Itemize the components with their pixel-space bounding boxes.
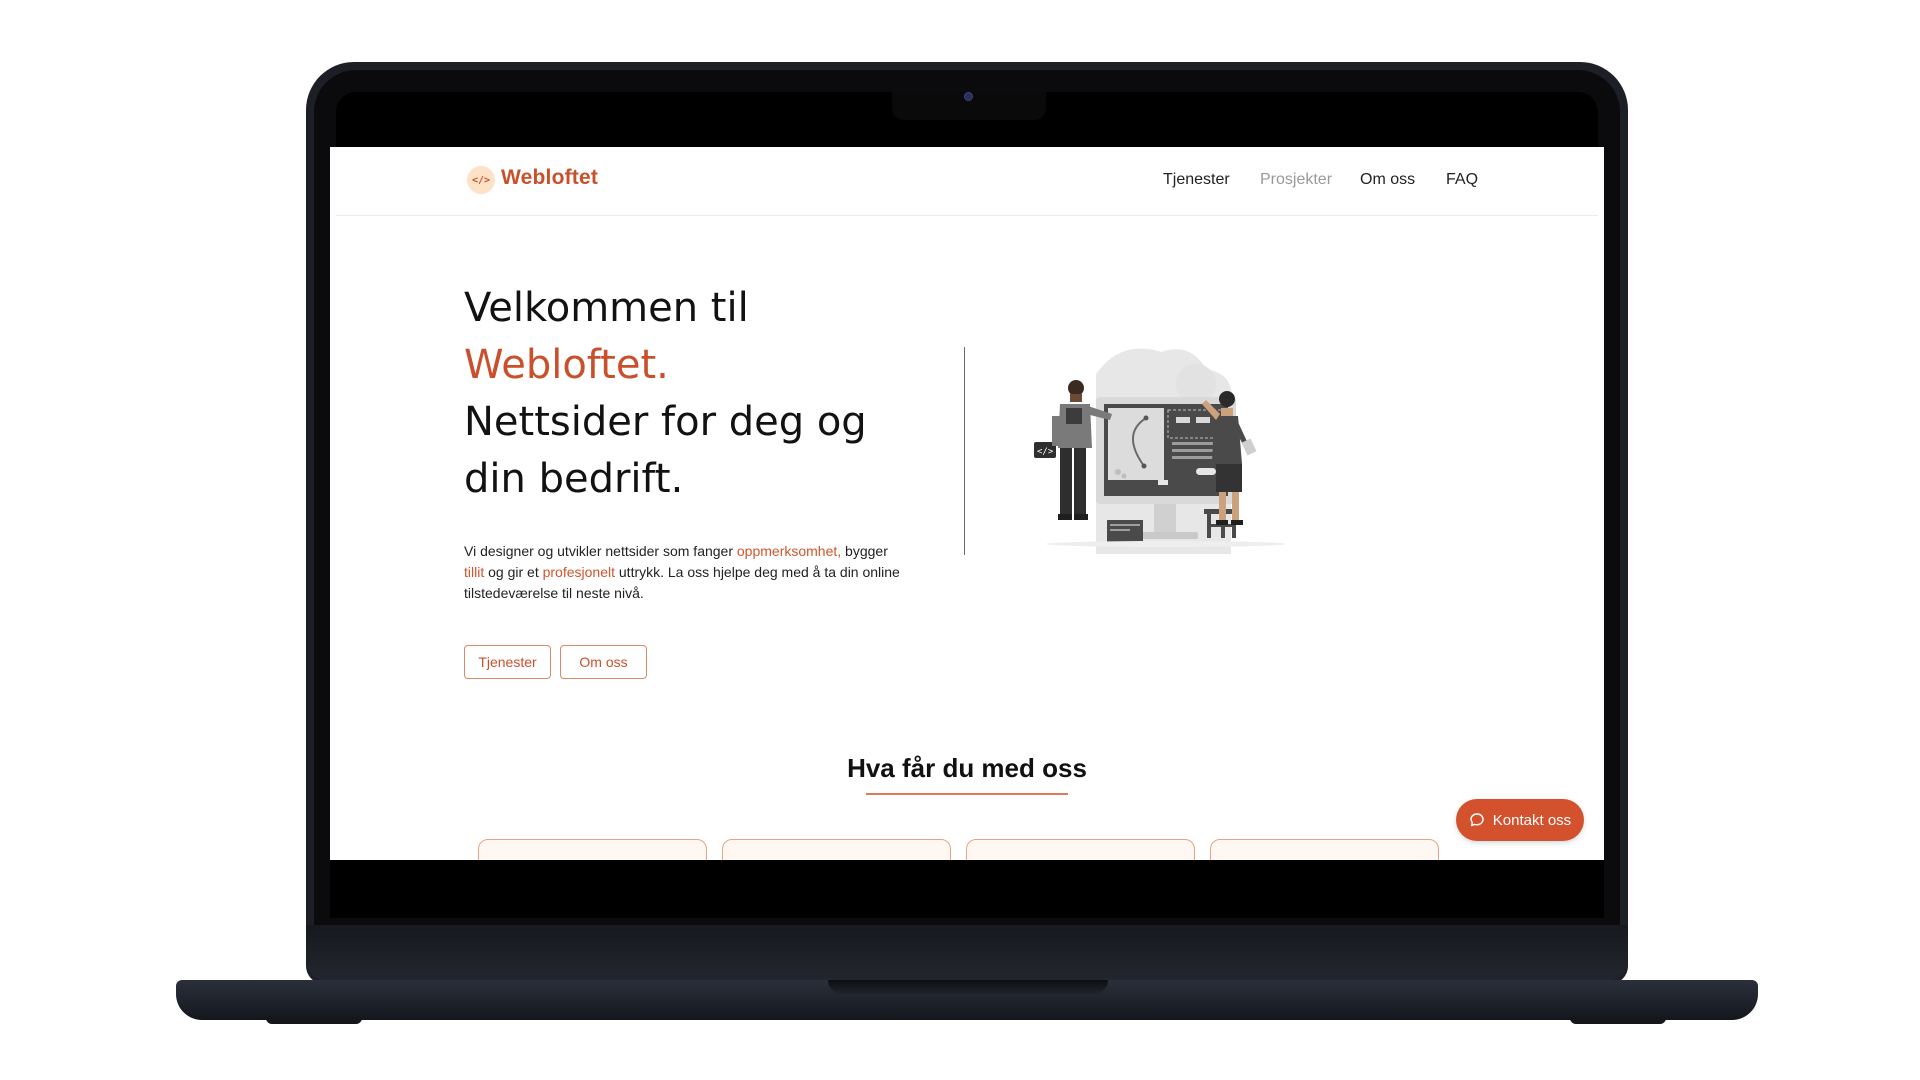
hero-title-brand: Webloftet. [464,342,669,388]
hero-title-line-3: Nettsider for deg og din bedrift. [464,399,867,502]
highlight-oppmerksomhet: oppmerksomhet, [736,543,842,559]
feature-card[interactable] [1210,839,1439,860]
nav-item-om-oss[interactable]: Om oss [1360,171,1415,189]
hero-illustration: </> [1034,348,1286,554]
chat-bubble-icon [1470,813,1484,827]
highlight-profesjonelt: profesjonelt [542,564,615,580]
hero-text-part: og gir et [484,564,543,580]
nav-item-tjenester[interactable]: Tjenester [1163,171,1230,189]
bezel-bottom [330,860,1604,918]
feature-card[interactable] [478,839,707,860]
nav-item-faq[interactable]: FAQ [1446,171,1478,189]
hero-text-part: Vi designer og utvikler nettsider som fa… [464,543,737,559]
svg-text:</>: </> [1037,447,1054,457]
nav-item-prosjekter[interactable]: Prosjekter [1260,171,1332,189]
highlight-tillit: tillit [464,564,485,580]
camera-icon [964,92,973,101]
feature-card[interactable] [966,839,1195,860]
screen-edge-right [1598,147,1604,860]
hero-divider [964,347,965,555]
logo-code-icon[interactable]: </> [467,166,495,194]
screen: </> Webloftet Tjenester Prosjekter Om os… [336,147,1598,860]
laptop-foot-left [266,1018,362,1024]
om-oss-button[interactable]: Om oss [560,645,647,679]
kontakt-oss-button[interactable]: Kontakt oss [1456,799,1584,841]
hero-text-part: bygger [841,543,888,559]
section-title: Hva får du med oss [847,753,1087,783]
laptop-opening-notch [828,980,1108,994]
feature-card[interactable] [722,839,951,860]
laptop-foot-right [1570,1018,1666,1024]
navbar: </> Webloftet Tjenester Prosjekter Om os… [336,147,1598,216]
tjenester-button[interactable]: Tjenester [464,645,551,679]
kontakt-oss-label: Kontakt oss [1492,811,1572,829]
hero-title: Velkommen til Webloftet. Nettsider for d… [464,280,934,508]
laptop-hinge [306,925,1628,981]
logo-wordmark[interactable]: Webloftet [501,166,598,190]
hero-title-line-1: Velkommen til [464,285,749,331]
section-underline [866,793,1068,795]
hero-description: Vi designer og utvikler nettsider som fa… [464,541,904,604]
